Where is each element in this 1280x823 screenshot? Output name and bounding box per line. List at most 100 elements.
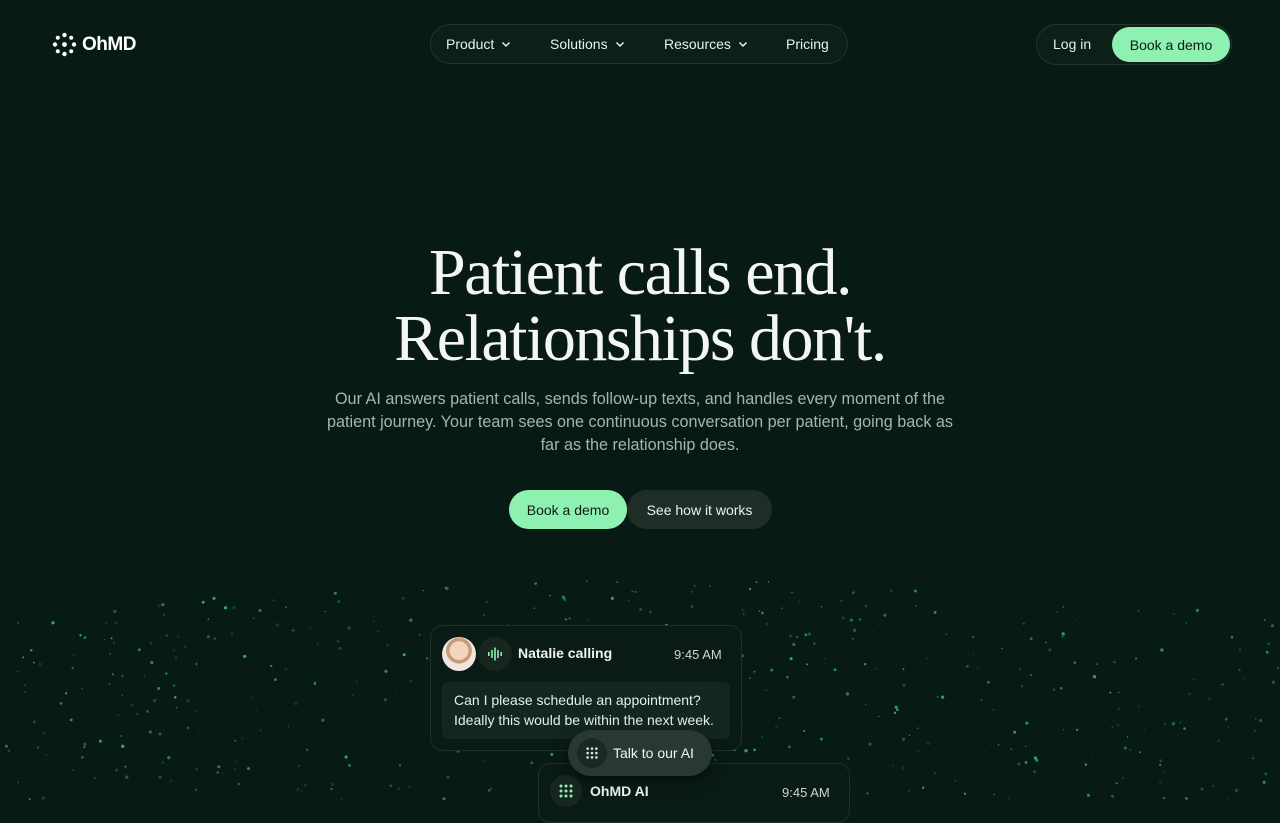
particle-dot [386, 644, 389, 646]
particle-dot [446, 775, 450, 779]
particle-dot [1025, 721, 1029, 725]
particle-dot [864, 703, 867, 706]
particle-dot [849, 618, 853, 622]
particle-dot [1020, 685, 1024, 688]
particle-dot [150, 660, 154, 665]
particle-dot [1062, 605, 1065, 608]
particle-dot [158, 775, 162, 779]
particle-dot [753, 670, 756, 673]
particle-dot [550, 752, 554, 756]
particle-dot [120, 735, 123, 737]
particle-dot [820, 737, 823, 741]
particle-dot [16, 671, 18, 673]
particle-dot [1092, 675, 1097, 679]
chevron-down-icon [502, 41, 511, 48]
particle-dot [1073, 661, 1077, 665]
talk-to-ai-button[interactable]: Talk to our AI [568, 730, 712, 776]
particle-dot [149, 641, 152, 644]
particle-dot [997, 744, 1000, 746]
particle-dot [1126, 670, 1128, 672]
particle-dot [749, 677, 751, 679]
see-how-it-works-button[interactable]: See how it works [627, 490, 772, 529]
particle-dot [384, 669, 388, 673]
particle-dot [45, 754, 48, 756]
particle-dot [173, 695, 177, 699]
particle-dot [708, 584, 711, 587]
particle-dot [1121, 777, 1124, 780]
particle-dot [892, 765, 894, 767]
nav-item-solutions[interactable]: Solutions [550, 36, 626, 52]
particle-dot [69, 718, 73, 722]
particle-dot [1010, 748, 1013, 751]
particle-dot [631, 590, 634, 593]
nav-item-label: Product [446, 36, 495, 52]
particle-dot [1238, 668, 1241, 672]
particle-dot [954, 779, 957, 783]
particle-dot [1183, 727, 1186, 730]
book-demo-button[interactable]: Book a demo [509, 490, 627, 529]
particle-dot [765, 622, 769, 626]
particle-dot [38, 662, 42, 666]
particle-dot [980, 699, 983, 701]
particle-dot [879, 623, 881, 626]
caller-name: Natalie calling [518, 645, 613, 661]
particle-dot [298, 765, 300, 767]
particle-dot [81, 756, 84, 759]
particle-dot [585, 579, 589, 583]
particle-dot [889, 589, 893, 593]
particle-dot [1118, 707, 1121, 710]
particle-dot [175, 706, 178, 709]
particle-dot [401, 596, 405, 600]
particle-dot [1137, 705, 1140, 708]
particle-dot [1193, 678, 1196, 681]
particle-dot [901, 766, 905, 770]
particle-dot [927, 657, 929, 660]
particle-dot [117, 714, 120, 717]
login-link[interactable]: Log in [1053, 36, 1091, 52]
particle-dot [165, 634, 169, 637]
particle-dot [1011, 622, 1013, 625]
nav-item-pricing[interactable]: Pricing [786, 36, 829, 52]
particle-dot [758, 610, 761, 612]
particle-dot [933, 610, 937, 614]
particle-dot [110, 637, 113, 640]
particle-dot [1238, 648, 1242, 651]
particle-dot [316, 643, 319, 645]
particle-dot [1007, 796, 1011, 800]
particle-dot [344, 755, 348, 759]
particle-dot [384, 698, 387, 702]
voice-wave-icon [478, 637, 512, 671]
particle-dot [32, 720, 36, 724]
ohmd-logo[interactable]: OhMD [52, 32, 136, 57]
particle-dot [1162, 796, 1166, 800]
particle-dot [41, 796, 45, 800]
particle-dot [408, 785, 411, 788]
particle-dot [833, 668, 837, 672]
nav-item-product[interactable]: Product [446, 36, 512, 52]
particle-dot [186, 726, 189, 730]
particle-dot [915, 605, 917, 607]
particle-dot [215, 605, 217, 607]
particle-dot [933, 772, 936, 774]
book-demo-nav-button[interactable]: Book a demo [1112, 27, 1230, 62]
nav-item-resources[interactable]: Resources [664, 36, 749, 52]
particle-dot [1263, 619, 1266, 621]
brand-name: OhMD [82, 33, 136, 55]
particle-dot [628, 599, 630, 602]
particle-dot [1187, 692, 1192, 696]
particle-dot [113, 642, 115, 644]
particle-dot [1087, 793, 1090, 797]
particle-dot [1033, 756, 1038, 760]
particle-dot [115, 768, 118, 772]
particle-dot [1173, 613, 1176, 616]
particle-dot [490, 787, 493, 790]
particle-dot [1276, 667, 1279, 670]
particle-dot [1024, 745, 1027, 748]
particle-dot [770, 668, 774, 672]
particle-dot [108, 682, 111, 685]
particle-dot [1243, 677, 1246, 680]
particle-dot [564, 618, 568, 621]
particle-dot [59, 702, 63, 705]
particle-dot [966, 665, 969, 668]
logo-dots-icon [52, 32, 77, 57]
